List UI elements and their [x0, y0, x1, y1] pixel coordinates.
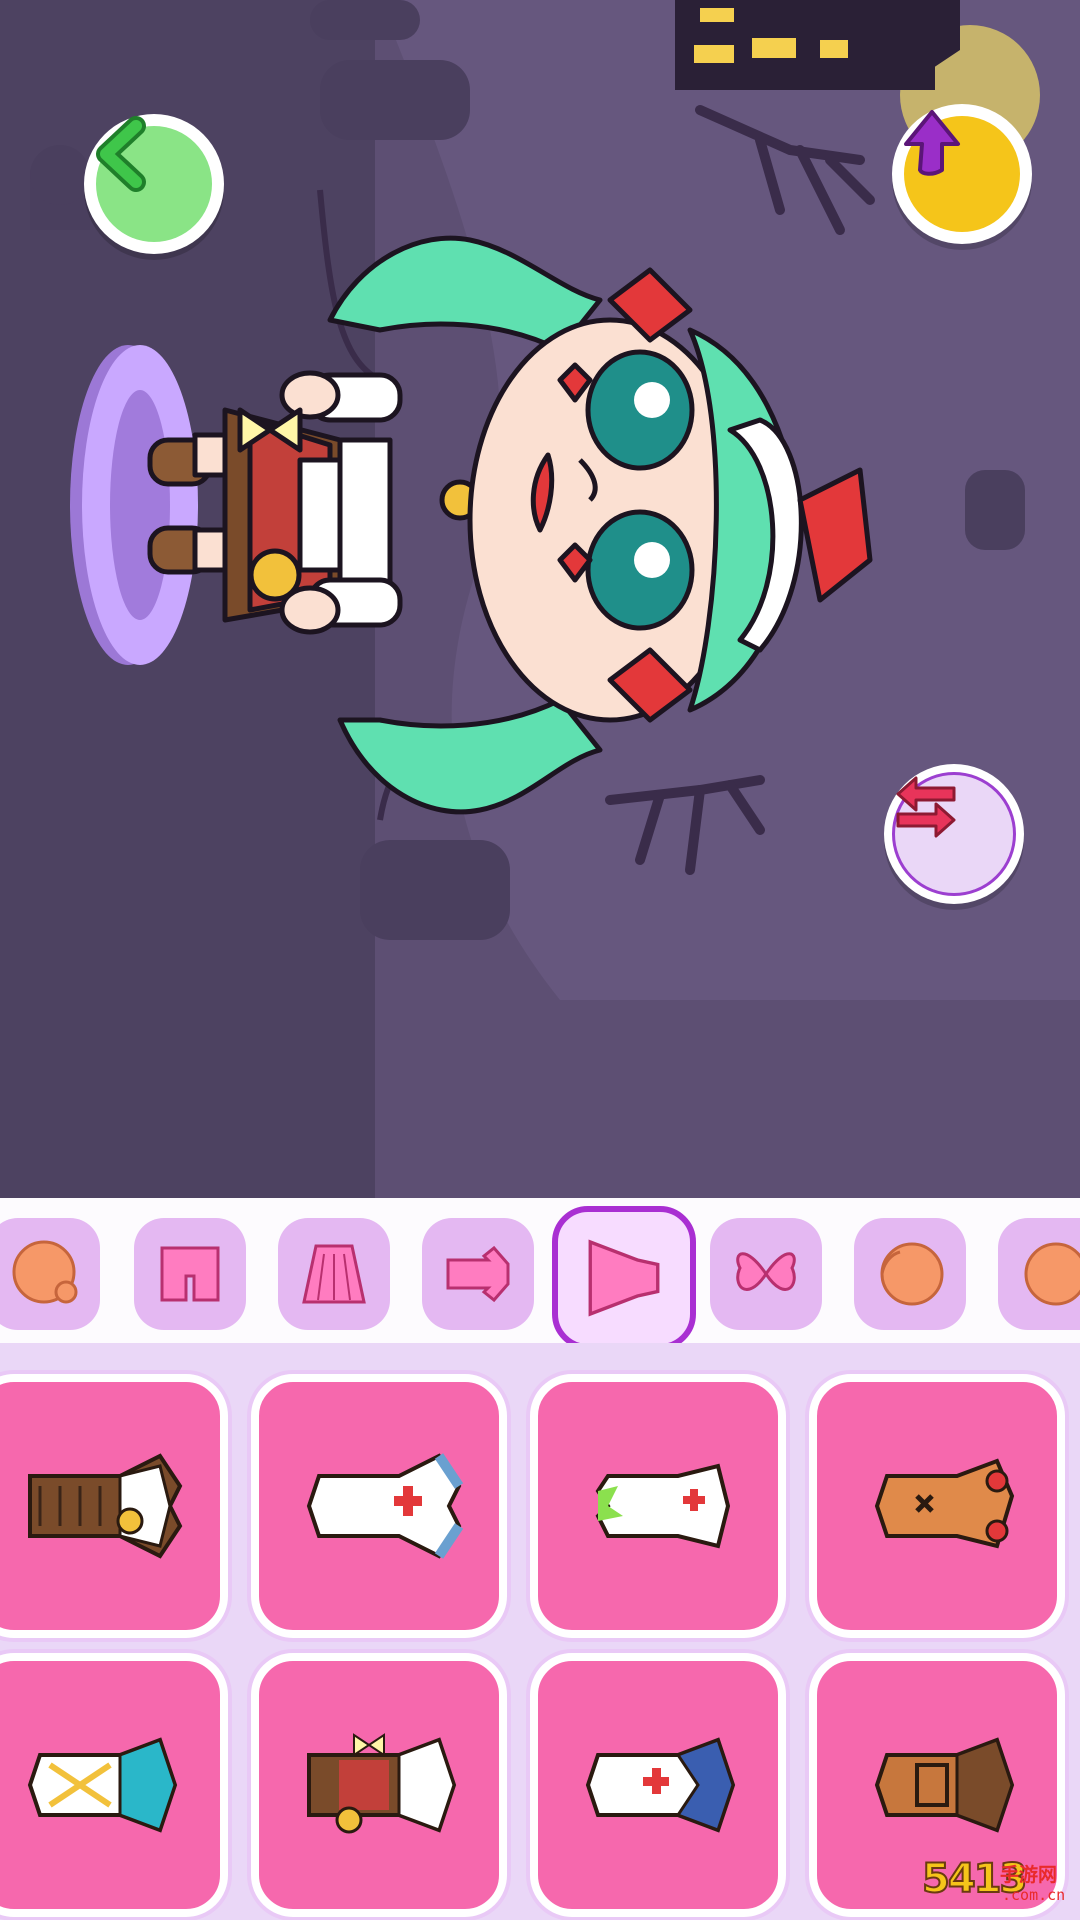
zombie-nurse-dress-icon: [595, 1463, 731, 1549]
swap-button[interactable]: [884, 764, 1024, 904]
outfit-item-zombie-nurse-dress[interactable]: [530, 1374, 786, 1638]
dress-icon: [588, 1239, 660, 1317]
face-icon: [12, 1240, 78, 1304]
nurse-dress-icon: [306, 1453, 464, 1559]
dressup-scene: [0, 0, 1080, 1198]
head-icon: [880, 1242, 944, 1306]
outfit-item-steampunk-red-dress[interactable]: [251, 1653, 507, 1917]
share-button[interactable]: [892, 104, 1032, 244]
outfit-item-egyptian-dress[interactable]: [0, 1653, 228, 1917]
tab-wings[interactable]: [710, 1218, 822, 1330]
outfit-grid: 5413 手游网 .com.cn: [0, 1343, 1080, 1920]
steampunk-red-dress-icon: [307, 1733, 457, 1834]
tab-top[interactable]: [422, 1218, 534, 1330]
sailor-dress-icon: [585, 1737, 736, 1833]
back-button[interactable]: [84, 114, 224, 254]
site-watermark: 5413 手游网 .com.cn: [921, 1855, 1072, 1914]
egyptian-dress-icon: [27, 1737, 178, 1833]
tab-face[interactable]: [0, 1218, 100, 1330]
outfit-item-sailor-dress[interactable]: [530, 1653, 786, 1917]
brown-coat-icon: [874, 1737, 1015, 1833]
tab-dress[interactable]: [552, 1206, 696, 1343]
outfit-item-orange-bow-dress[interactable]: [809, 1374, 1065, 1638]
category-tab-bar: [0, 1198, 1080, 1343]
skirt-icon: [302, 1244, 366, 1304]
tab-skirt[interactable]: [278, 1218, 390, 1330]
tab-head[interactable]: [854, 1218, 966, 1330]
head-icon-2: [1024, 1242, 1080, 1306]
haunted-house-icon: [675, 0, 960, 90]
swap-arrows-icon: [896, 776, 956, 838]
outfit-item-steampunk-brown-dress[interactable]: [0, 1374, 228, 1638]
butterfly-wings-icon: [736, 1252, 796, 1291]
character-pedestal: [70, 345, 198, 665]
steampunk-dress-icon: [28, 1453, 183, 1559]
tab-head-2[interactable]: [998, 1218, 1080, 1330]
shorts-icon: [160, 1246, 220, 1302]
chevron-left-icon: [96, 116, 146, 192]
orange-dress-icon: [874, 1458, 1015, 1549]
watermark-site-name: 手游网: [1000, 1864, 1058, 1886]
watermark-domain: .com.cn: [1002, 1886, 1066, 1904]
outfit-item-nurse-dress[interactable]: [251, 1374, 507, 1638]
shirt-icon: [446, 1245, 510, 1303]
arrow-up-icon: [904, 110, 960, 176]
tab-shorts[interactable]: [134, 1218, 246, 1330]
